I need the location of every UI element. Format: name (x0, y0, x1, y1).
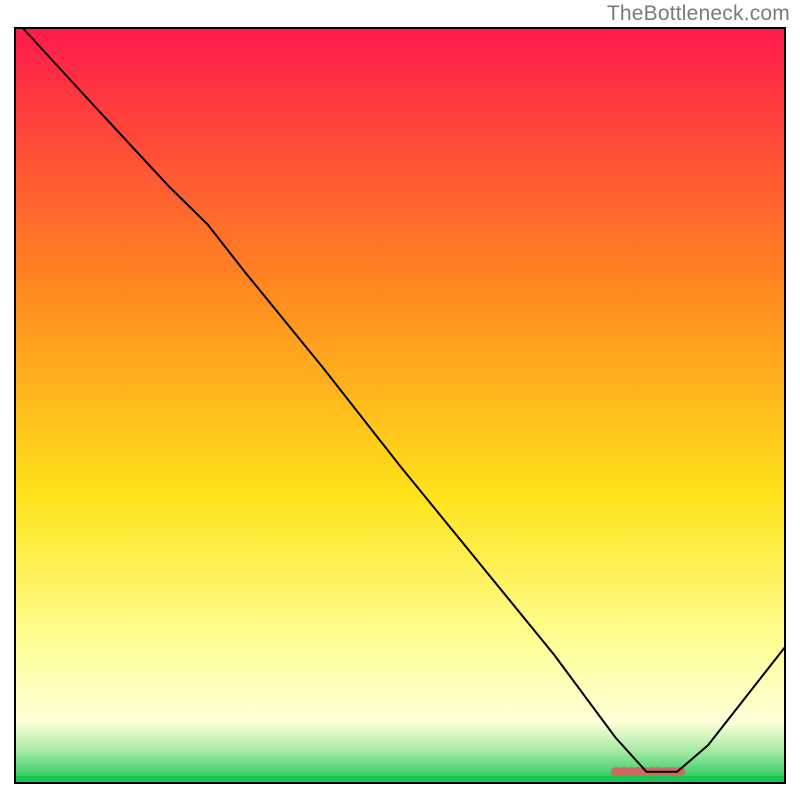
chart-baseline (15, 776, 785, 783)
chart-background (15, 28, 785, 783)
bottleneck-chart (0, 0, 800, 800)
